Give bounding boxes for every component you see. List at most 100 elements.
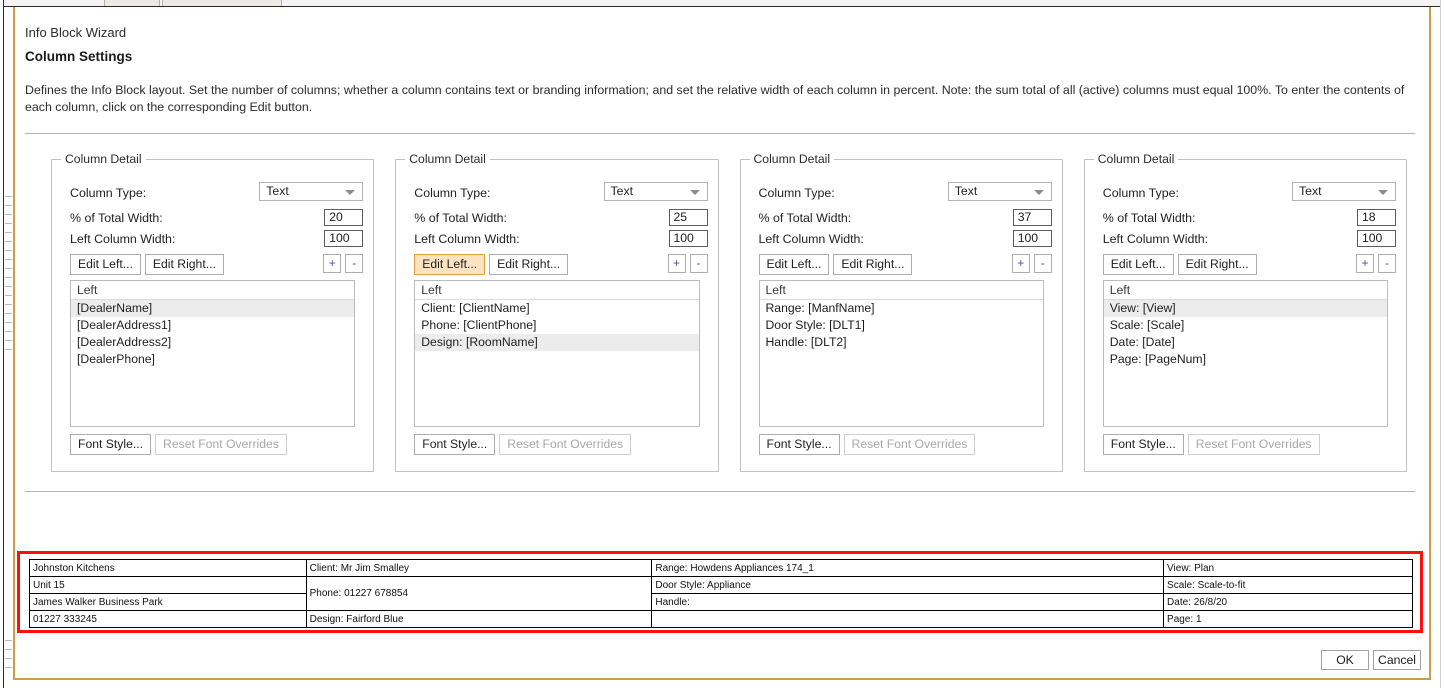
wizard-name: Info Block Wizard [25,25,127,40]
column-content-list[interactable]: Left [DealerName] [DealerAddress1] [DealerA… [70,280,356,427]
cancel-button[interactable]: Cancel [1373,650,1421,670]
reset-font-overrides-button: Reset Font Overrides [155,434,287,455]
preview-cell-col4: Page: 1 [1163,610,1413,628]
add-remove-row: + - [667,254,708,273]
chevron-down-icon[interactable] [345,190,356,195]
list-item[interactable]: Phone: [ClientPhone] [415,317,698,334]
edit-left-button[interactable]: Edit Left... [414,254,486,275]
font-buttons-row: Font Style... Reset Font Overrides [758,434,976,455]
pct-total-width-input[interactable]: 18 [1357,209,1396,226]
list-item[interactable]: [DealerName] [71,300,355,317]
add-column-button[interactable]: + [1011,254,1030,273]
font-style-button[interactable]: Font Style... [414,434,496,455]
pct-total-width-label: % of Total Width: [414,211,507,225]
list-item[interactable]: Page: [PageNum] [1104,351,1387,368]
list-item[interactable]: Range: [ManfName] [760,300,1043,317]
edit-right-button[interactable]: Edit Right... [833,254,913,275]
screen: Info Block Wizard Column Settings Define… [0,0,1444,688]
column-type-value: Text [266,184,289,198]
column-type-select[interactable]: Text [947,182,1052,201]
reset-font-overrides-button: Reset Font Overrides [499,434,632,455]
column-type-select[interactable]: Text [259,182,364,201]
edit-left-button[interactable]: Edit Left... [1102,254,1174,275]
edit-buttons-row: Edit Left... Edit Right... [1102,254,1257,275]
reset-font-overrides-button: Reset Font Overrides [1187,434,1320,455]
ok-button[interactable]: OK [1321,650,1369,670]
preview-row: 01227 333245 Design: Fairford Blue Page: 1 [29,610,1413,628]
pct-total-width-input[interactable]: 25 [668,209,708,226]
add-column-button[interactable]: + [323,254,342,273]
preview-row: Unit 15 Phone: 01227 678854 Door Style: Ap… [29,576,1413,611]
add-remove-row: + - [1356,254,1396,273]
pct-total-width-label: % of Total Width: [70,211,163,225]
font-style-button[interactable]: Font Style... [70,434,152,455]
preview-cell-col1: James Walker Business Park [29,593,307,611]
edit-buttons-row: Edit Left... Edit Right... [414,254,569,275]
add-column-button[interactable]: + [667,254,686,273]
left-column-width-input[interactable]: 100 [1357,230,1396,247]
edit-buttons-row: Edit Left... Edit Right... [70,254,224,275]
list-item[interactable]: Date: [Date] [1104,334,1387,351]
column-content-list[interactable]: Left View: [View] Scale: [Scale] Date: [Dat… [1102,280,1388,427]
remove-column-button[interactable]: - [1378,254,1396,273]
page-title: Column Settings [25,49,133,64]
edit-buttons-row: Edit Left... Edit Right... [758,254,913,275]
edit-right-button[interactable]: Edit Right... [144,254,224,275]
chevron-down-icon[interactable] [1033,190,1044,195]
column-type-select[interactable]: Text [603,182,708,201]
column-detail-group-3: Column Detail Column Type:% of Total Widt… [739,152,1063,472]
edit-right-button[interactable]: Edit Right... [1177,254,1257,275]
font-style-button[interactable]: Font Style... [758,434,840,455]
background-tab [162,0,282,6]
preview-row: James Walker Business Park Handle: Date: 2… [29,593,1413,611]
edit-left-button[interactable]: Edit Left... [758,254,830,275]
column-type-value: Text [954,184,978,198]
list-item[interactable]: Design: [RoomName] [415,334,699,351]
column-type-label: Column Type: [758,186,835,200]
column-type-label: Column Type: [70,186,147,200]
column-type-label: Column Type: [1102,186,1179,200]
list-item[interactable]: [DealerAddress1] [71,317,354,334]
preview-cell-col2: Phone: 01227 678854 [305,576,653,611]
column-content-list[interactable]: Left Client: [ClientName] Phone: [ClientPh… [414,280,700,427]
list-header: Left [1103,281,1387,300]
pct-total-width-input[interactable]: 20 [324,209,364,226]
list-item[interactable]: Door Style: [DLT1] [760,317,1043,334]
preview-cell-col1: 01227 333245 [29,610,307,628]
font-style-button[interactable]: Font Style... [1102,434,1184,455]
preview-cell-col2: Client: Mr Jim Smalley [305,559,653,577]
list-item[interactable]: Client: [ClientName] [415,300,698,317]
remove-column-button[interactable]: - [1033,254,1052,273]
list-item[interactable]: [DealerPhone] [71,351,354,368]
edit-left-button[interactable]: Edit Left... [70,254,141,275]
chevron-down-icon[interactable] [1378,190,1388,195]
remove-column-button[interactable]: - [345,254,364,273]
list-item[interactable]: Scale: [Scale] [1104,317,1387,334]
column-type-value: Text [1299,184,1322,198]
list-header: Left [759,281,1043,300]
preview-cell-col3: Handle: [651,593,1165,611]
list-item[interactable]: [DealerAddress2] [71,334,354,351]
list-header: Left [415,281,699,300]
column-content-list[interactable]: Left Range: [ManfName] Door Style: [DLT1] H… [758,280,1044,427]
column-detail-group-2: Column Detail Column Type:% of Total Widt… [395,152,719,472]
column-type-select[interactable]: Text [1292,182,1396,201]
preview-cell-col4: Date: 26/8/20 [1163,593,1413,611]
preview-cell-col1: Unit 15 [29,576,307,594]
preview-cell-col2: Design: Fairford Blue [305,610,653,628]
window-left-edge [0,0,4,688]
left-column-width-input[interactable]: 100 [324,230,364,247]
list-item[interactable]: View: [View] [1103,300,1387,317]
chevron-down-icon[interactable] [689,190,700,195]
left-column-width-label: Left Column Width: [70,232,176,246]
list-item[interactable]: Handle: [DLT2] [760,334,1043,351]
remove-column-button[interactable]: - [689,254,708,273]
pct-total-width-input[interactable]: 37 [1012,209,1052,226]
left-column-width-input[interactable]: 100 [1012,230,1052,247]
preview-cell-col4: Scale: Scale-to-fit [1163,576,1413,594]
window-right-edge [1440,0,1444,688]
left-column-width-input[interactable]: 100 [668,230,708,247]
add-column-button[interactable]: + [1356,254,1374,273]
edit-right-button[interactable]: Edit Right... [489,254,569,275]
dialog-footer: OK Cancel [1321,650,1421,670]
